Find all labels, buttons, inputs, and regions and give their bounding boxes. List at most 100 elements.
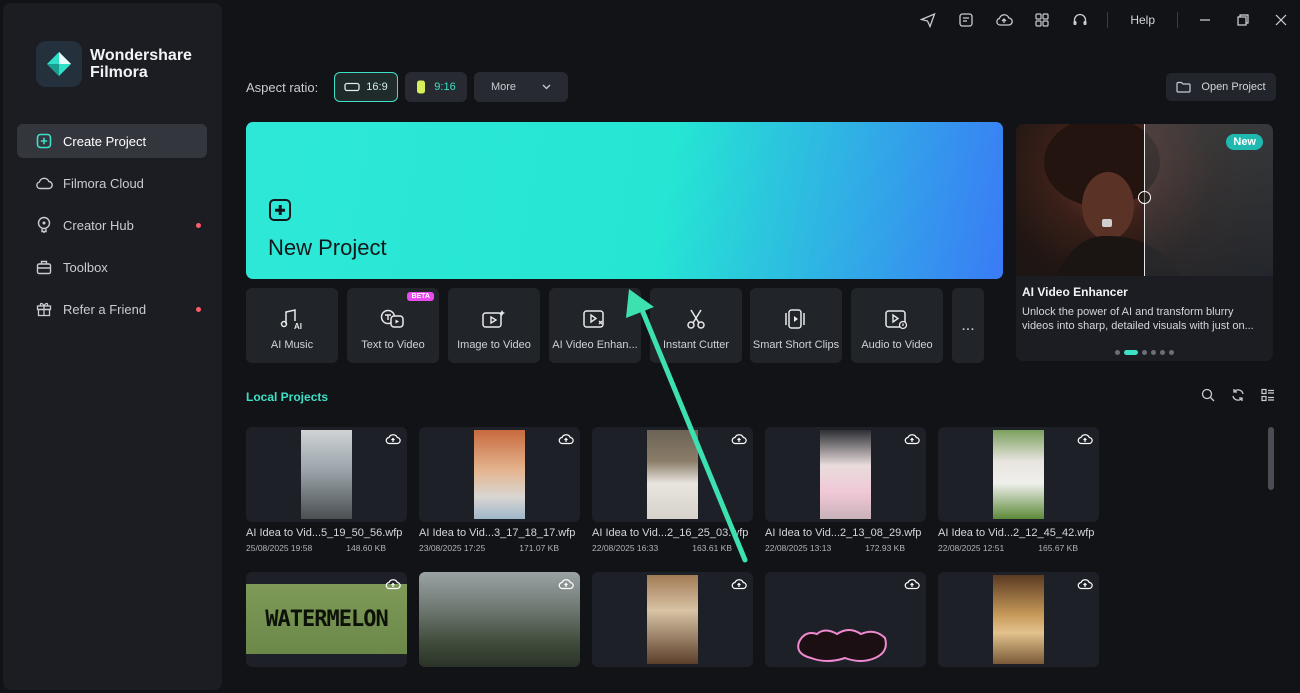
title-bar: Help (909, 0, 1300, 40)
sidebar-item-create-project[interactable]: Create Project (17, 124, 207, 158)
carousel-dot[interactable] (1160, 350, 1165, 355)
project-date: 23/08/2025 17:25 (419, 543, 486, 553)
project-thumbnail (938, 427, 1099, 522)
headset-support-icon[interactable] (1061, 0, 1099, 40)
cloud-upload-icon[interactable] (985, 0, 1023, 40)
tool-image-to-video[interactable]: Image to Video (448, 288, 540, 363)
project-size: 165.67 KB (1038, 543, 1078, 553)
project-meta: 23/08/2025 17:25 171.07 KB (419, 543, 559, 553)
more-tools-button[interactable]: ... (952, 288, 984, 363)
project-card[interactable]: AI Idea to Vid...2_13_08_29.wfp 22/08/20… (765, 427, 926, 553)
project-date: 25/08/2025 19:58 (246, 543, 313, 553)
tool-label: AI Music (270, 339, 314, 351)
project-name: AI Idea to Vid...5_19_50_56.wfp (246, 527, 403, 539)
project-date: 22/08/2025 16:33 (592, 543, 659, 553)
carousel-dot[interactable] (1151, 350, 1156, 355)
project-card[interactable] (592, 572, 753, 667)
thumbnail-image (797, 629, 887, 662)
project-date: 22/08/2025 12:51 (938, 543, 1005, 553)
notification-dot (196, 223, 201, 228)
tool-label: Instant Cutter (662, 339, 730, 351)
thumbnail-image (993, 575, 1044, 664)
restore-icon[interactable] (1224, 0, 1262, 40)
tool-text-to-video[interactable]: BETA Text to Video (347, 288, 439, 363)
list-view-icon[interactable] (1253, 388, 1283, 402)
logo-line-2: Filmora (90, 64, 148, 81)
sidebar-item-refer-a-friend[interactable]: Refer a Friend (17, 292, 207, 326)
tool-label: AI Video Enhan... (552, 339, 638, 351)
send-icon[interactable] (909, 0, 947, 40)
open-project-label: Open Project (1201, 81, 1266, 93)
aspect-9-16-label: 9:16 (434, 81, 456, 93)
minimize-icon[interactable] (1186, 0, 1224, 40)
new-badge: New (1226, 134, 1263, 150)
aspect-more-dropdown[interactable]: More (474, 72, 568, 102)
sidebar-item-label: Refer a Friend (63, 301, 147, 317)
project-card[interactable] (938, 572, 1099, 667)
search-icon[interactable] (1193, 388, 1223, 402)
project-size: 163.61 KB (692, 543, 732, 553)
aspect-9-16-button[interactable]: 9:16 (405, 72, 467, 102)
sidebar-item-toolbox[interactable]: Toolbox (17, 250, 207, 284)
project-card[interactable]: AI Idea to Vid...3_17_18_17.wfp 23/08/20… (419, 427, 580, 553)
tool-ai-music[interactable]: AI AI Music (246, 288, 338, 363)
logo-line-1: Wondershare (90, 47, 192, 64)
cloud-upload-icon (385, 434, 401, 445)
landscape-icon (344, 82, 360, 92)
carousel-dot-active[interactable] (1124, 350, 1138, 355)
image-to-video-icon (481, 306, 507, 332)
feedback-icon[interactable] (947, 0, 985, 40)
sidebar-item-label: Creator Hub (63, 217, 134, 233)
project-name: AI Idea to Vid...2_16_25_03.wfp (592, 527, 749, 539)
cloud-upload-icon (385, 579, 401, 590)
project-thumbnail (419, 572, 580, 667)
tool-instant-cutter[interactable]: Instant Cutter (650, 288, 742, 363)
carousel-dot[interactable] (1169, 350, 1174, 355)
new-project-banner[interactable]: New Project (246, 122, 1003, 279)
carousel-dots[interactable] (1113, 350, 1176, 355)
close-icon[interactable] (1262, 0, 1300, 40)
local-projects-toolbar (1193, 388, 1283, 402)
projects-scrollbar[interactable] (1268, 427, 1274, 490)
chevron-down-icon (542, 84, 551, 90)
open-project-button[interactable]: Open Project (1166, 73, 1276, 101)
project-card[interactable]: WATERMELON (246, 572, 407, 667)
project-card[interactable]: AI Idea to Vid...5_19_50_56.wfp 25/08/20… (246, 427, 407, 553)
help-menu[interactable]: Help (1116, 13, 1169, 27)
project-meta: 22/08/2025 13:13 172.93 KB (765, 543, 905, 553)
tool-ai-video-enhancer[interactable]: AI Video Enhan... (549, 288, 641, 363)
thumbnail-image (301, 430, 352, 519)
refresh-icon[interactable] (1223, 388, 1253, 402)
carousel-dot[interactable] (1115, 350, 1120, 355)
compare-handle[interactable] (1138, 191, 1151, 204)
app-logo: Wondershare Filmora (36, 41, 192, 87)
thumbnail-image (647, 430, 698, 519)
project-card[interactable]: AI Idea to Vid...2_16_25_03.wfp 22/08/20… (592, 427, 753, 553)
sidebar-item-creator-hub[interactable]: Creator Hub (17, 208, 207, 242)
aspect-16-9-button[interactable]: 16:9 (334, 72, 398, 102)
project-card[interactable] (419, 572, 580, 667)
tool-audio-to-video[interactable]: Audio to Video (851, 288, 943, 363)
project-thumbnail (246, 427, 407, 522)
thumbnail-image (474, 430, 525, 519)
thumbnail-image (993, 430, 1044, 519)
text-to-video-icon (380, 306, 406, 332)
promo-card[interactable]: New AI Video Enhancer Unlock the power o… (1016, 124, 1273, 361)
toolbox-icon (35, 258, 53, 276)
project-card[interactable] (765, 572, 926, 667)
app-name: Wondershare Filmora (90, 47, 192, 81)
sidebar-nav: Create Project Filmora Cloud Creator Hub (17, 124, 207, 334)
sidebar-item-label: Filmora Cloud (63, 175, 144, 191)
apps-grid-icon[interactable] (1023, 0, 1061, 40)
local-projects-title: Local Projects (246, 390, 329, 404)
tool-label: Image to Video (457, 339, 531, 351)
beta-badge: BETA (407, 292, 434, 301)
cloud-icon (35, 174, 53, 192)
tool-smart-short-clips[interactable]: Smart Short Clips (750, 288, 842, 363)
sidebar: Wondershare Filmora Create Project Filmo… (3, 3, 222, 690)
project-name: AI Idea to Vid...2_12_45_42.wfp (938, 527, 1095, 539)
carousel-dot[interactable] (1142, 350, 1147, 355)
sidebar-item-filmora-cloud[interactable]: Filmora Cloud (17, 166, 207, 200)
project-card[interactable]: AI Idea to Vid...2_12_45_42.wfp 22/08/20… (938, 427, 1099, 553)
project-size: 171.07 KB (519, 543, 559, 553)
